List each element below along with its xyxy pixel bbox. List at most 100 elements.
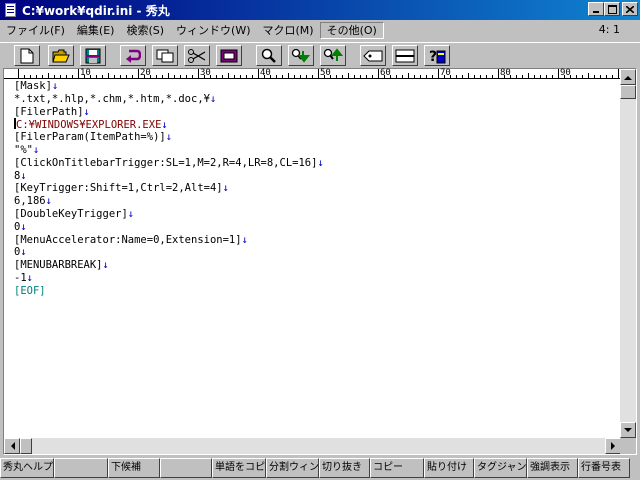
title-bar[interactable]: C:¥work¥qdir.ini - 秀丸 xyxy=(0,0,640,20)
ruler-tick xyxy=(396,75,397,78)
text-line[interactable]: [FilerParam(ItemPath=%)]↓ xyxy=(14,131,619,144)
ruler-tick xyxy=(288,73,289,78)
text-line[interactable]: 6,186↓ xyxy=(14,195,619,208)
text-line[interactable]: *.txt,*.hlp,*.chm,*.htm,*.doc,¥↓ xyxy=(14,93,619,106)
ruler-tick xyxy=(42,75,43,78)
text-line[interactable]: [ClickOnTitlebarTrigger:SL=1,M=2,R=4,LR=… xyxy=(14,157,619,170)
menu-file[interactable]: ファイル(F) xyxy=(0,22,71,39)
fkey-f2[interactable] xyxy=(54,458,108,478)
find-up-button[interactable] xyxy=(320,45,346,66)
scroll-down-button[interactable] xyxy=(620,422,636,438)
menu-macro[interactable]: マクロ(M) xyxy=(257,22,320,39)
split-window-button[interactable] xyxy=(392,45,418,66)
ruler-tick xyxy=(546,75,547,78)
fkey-f11[interactable]: 強調表示 xyxy=(527,458,578,478)
undo-button[interactable] xyxy=(120,45,146,66)
fkey-f12[interactable]: 行番号表 xyxy=(578,458,630,478)
text-line[interactable]: [Mask]↓ xyxy=(14,80,619,93)
ruler-tick xyxy=(24,75,25,78)
menu-search[interactable]: 検索(S) xyxy=(120,22,170,39)
tag-jump-button[interactable] xyxy=(360,45,386,66)
editor[interactable]: 10 20 30 40 50 60 70 80 90 [Mask]↓ *.txt,*.hlp,*.… xyxy=(3,68,637,455)
horizontal-scrollbar[interactable] xyxy=(4,438,621,454)
copy-button[interactable] xyxy=(152,45,178,66)
ruler-tick xyxy=(120,75,121,78)
return-mark: ↓ xyxy=(165,131,173,144)
cut-button[interactable] xyxy=(184,45,210,66)
ruler-label: 50 xyxy=(320,68,331,78)
find-down-icon xyxy=(291,48,311,63)
fkey-f5[interactable]: 単語をコピ xyxy=(212,458,266,478)
ruler-tick xyxy=(582,75,583,78)
ruler-tick xyxy=(138,69,139,78)
text-line[interactable]: [MENUBARBREAK]↓ xyxy=(14,259,619,272)
ruler-tick xyxy=(618,69,619,78)
find-down-button[interactable] xyxy=(288,45,314,66)
fkey-f6[interactable]: 分割ウィント xyxy=(266,458,319,478)
text-line[interactable]: [DoubleKeyTrigger]↓ xyxy=(14,208,619,221)
fkey-f4[interactable] xyxy=(160,458,212,478)
ruler-tick xyxy=(48,73,49,78)
fkey-f7[interactable]: 切り抜き xyxy=(319,458,370,478)
text-line[interactable]: [FilerPath]↓ xyxy=(14,106,619,119)
line-text: [FilerParam(ItemPath=%)] xyxy=(14,131,166,144)
scroll-left-button[interactable] xyxy=(4,438,20,454)
window-title: C:¥work¥qdir.ini - 秀丸 xyxy=(22,3,170,18)
text-line[interactable]: 8↓ xyxy=(14,170,619,183)
line-text: C:¥WINDOWS¥EXPLORER.EXE xyxy=(16,119,162,132)
text-line[interactable]: [MenuAccelerator:Name=0,Extension=1]↓ xyxy=(14,234,619,247)
ruler-label: 20 xyxy=(140,68,151,78)
ruler-tick xyxy=(534,75,535,78)
help-button[interactable]: ? xyxy=(424,45,450,66)
fkey-f3[interactable]: 下候補 xyxy=(108,458,160,478)
arrow-right-icon xyxy=(610,442,615,450)
ruler-tick xyxy=(54,75,55,78)
text-line[interactable]: [KeyTrigger:Shift=1,Ctrl=2,Alt=4]↓ xyxy=(14,182,619,195)
paste-button[interactable] xyxy=(216,45,242,66)
new-file-button[interactable] xyxy=(14,45,40,66)
maximize-button[interactable] xyxy=(604,2,620,16)
return-mark: ↓ xyxy=(222,182,229,195)
ruler-tick xyxy=(126,75,127,78)
fkey-f1[interactable]: 秀丸ヘルプ xyxy=(0,458,54,478)
open-folder-icon xyxy=(52,49,70,62)
eof-marker: [EOF] xyxy=(14,284,46,297)
return-mark: ↓ xyxy=(51,80,59,92)
hscroll-thumb[interactable] xyxy=(20,438,32,454)
save-button[interactable] xyxy=(80,45,106,66)
ruler-tick xyxy=(36,75,37,78)
ruler-tick xyxy=(156,75,157,78)
ruler-tick xyxy=(552,75,553,78)
scroll-thumb[interactable] xyxy=(620,85,636,99)
ruler-tick xyxy=(612,75,613,78)
vertical-scrollbar[interactable] xyxy=(620,69,636,438)
return-mark: ↓ xyxy=(20,169,27,182)
ruler-tick xyxy=(306,75,307,78)
ruler-tick xyxy=(114,75,115,78)
minimize-button[interactable] xyxy=(588,2,604,16)
split-window-icon xyxy=(395,49,415,62)
close-button[interactable] xyxy=(622,2,638,16)
fkey-f9[interactable]: 貼り付け xyxy=(424,458,474,478)
find-button[interactable] xyxy=(256,45,282,66)
scroll-up-button[interactable] xyxy=(620,69,636,85)
ruler-tick xyxy=(576,75,577,78)
line-text: -1 xyxy=(14,271,27,284)
menu-window[interactable]: ウィンドウ(W) xyxy=(170,22,256,39)
fkey-f8[interactable]: コピー xyxy=(370,458,424,478)
scroll-right-button[interactable] xyxy=(605,438,621,454)
text-line[interactable]: C:¥WINDOWS¥EXPLORER.EXE↓ xyxy=(14,118,619,131)
open-folder-button[interactable] xyxy=(48,45,74,66)
return-mark: ↓ xyxy=(102,259,109,272)
ruler-tick xyxy=(246,75,247,78)
hidemaru-app-icon[interactable] xyxy=(3,2,19,18)
text-line[interactable]: 0↓ xyxy=(14,246,619,259)
text-line[interactable]: "%"↓ xyxy=(14,144,619,157)
fkey-f10[interactable]: タグジャンプ xyxy=(474,458,527,478)
menu-other[interactable]: その他(O) xyxy=(319,22,384,39)
text-line[interactable]: 0↓ xyxy=(14,221,619,234)
menu-edit[interactable]: 編集(E) xyxy=(71,22,121,39)
text-area[interactable]: [Mask]↓ *.txt,*.hlp,*.chm,*.htm,*.doc,¥↓[… xyxy=(14,80,619,440)
paste-icon xyxy=(220,49,238,62)
text-line[interactable]: -1↓ xyxy=(14,272,619,285)
